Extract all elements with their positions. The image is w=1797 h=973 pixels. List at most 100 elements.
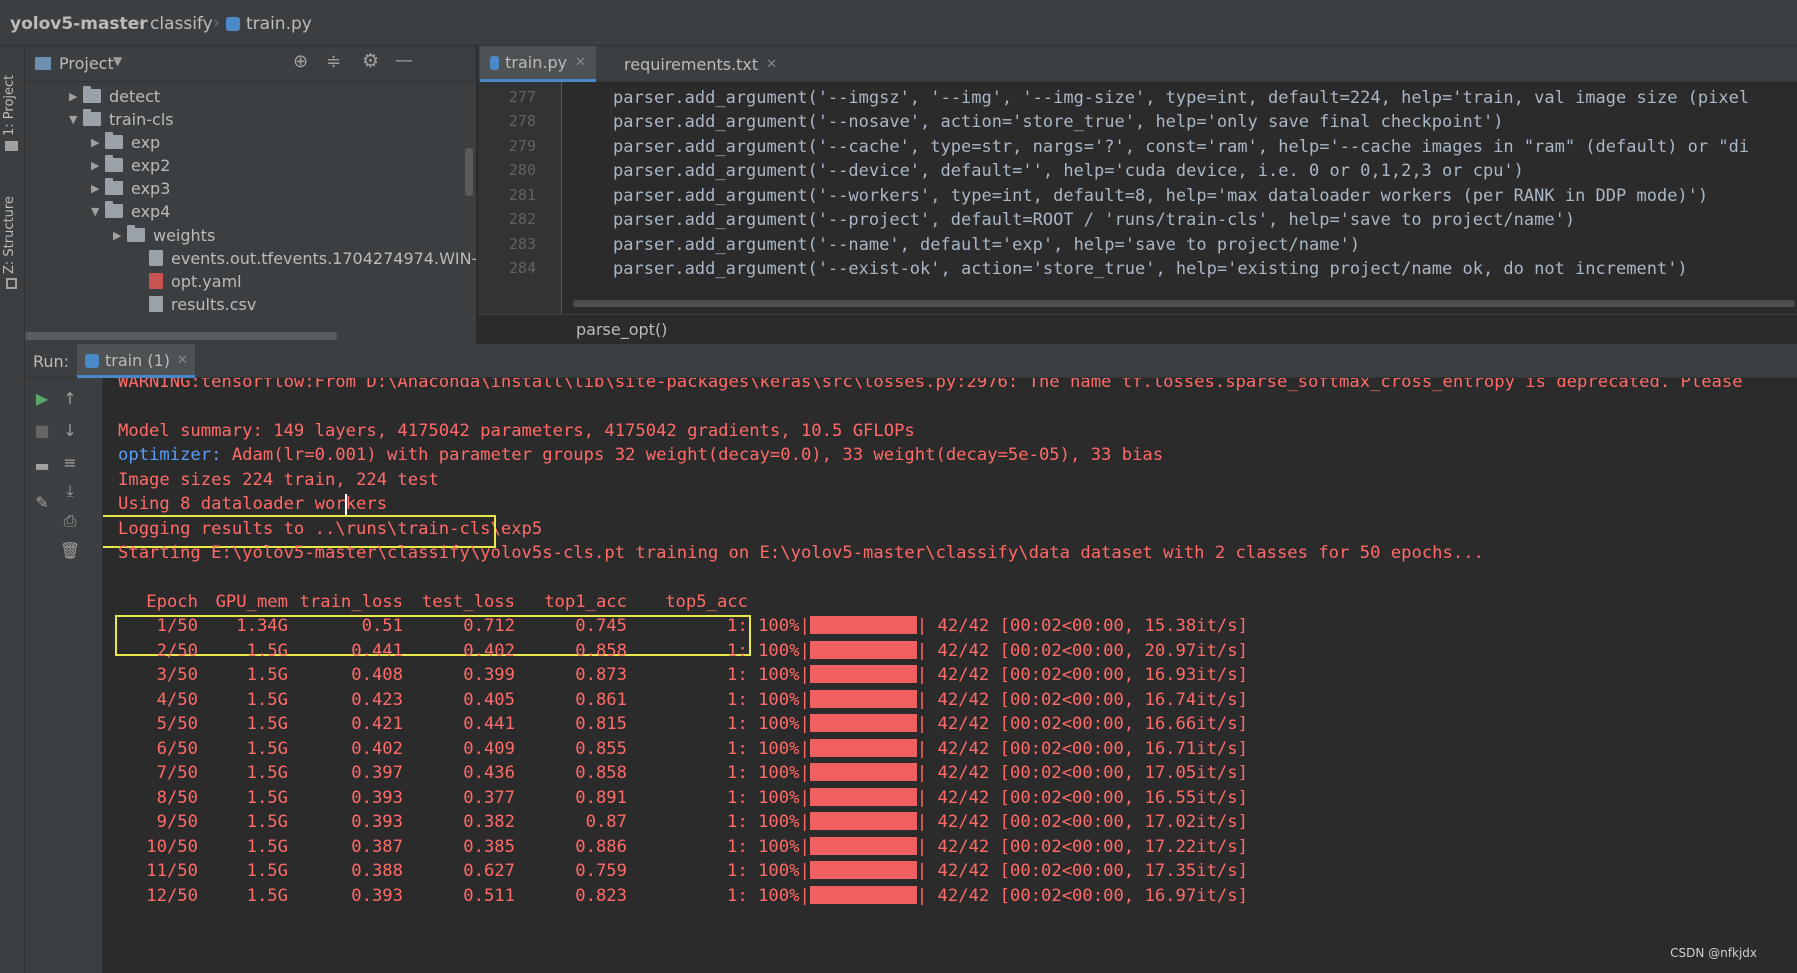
- minimize-icon[interactable]: —: [395, 50, 413, 71]
- layout-icon[interactable]: ▬: [31, 455, 53, 477]
- structure-tool-tab[interactable]: Z: Structure: [2, 174, 22, 274]
- expand-icon[interactable]: ▶: [69, 90, 83, 103]
- cell-gpu: 1.5G: [246, 640, 288, 661]
- tree-item-train-cls[interactable]: ▼ train-cls: [69, 107, 174, 131]
- cell-top1: 0.745: [575, 616, 627, 636]
- close-icon[interactable]: ✕: [177, 353, 188, 368]
- cell-top5: 1: [727, 714, 738, 734]
- progress-percent: 100%: [758, 885, 800, 906]
- cell-train-loss: 0.423: [351, 689, 403, 710]
- tree-item-opt-yaml[interactable]: opt.yaml: [149, 269, 242, 293]
- console-starting-line: Starting E:\yolov5-master\classify\yolov…: [118, 543, 1484, 563]
- file-icon: [149, 296, 163, 312]
- cell-top1: 0.858: [575, 763, 627, 783]
- collapse-icon[interactable]: ▼: [69, 113, 83, 126]
- cell-gpu: 1.5G: [246, 665, 288, 685]
- column-header: test_loss: [421, 592, 515, 612]
- tree-item-exp[interactable]: ▶ exp: [91, 130, 160, 154]
- cell-epoch: 7/50: [156, 763, 198, 783]
- pin-icon[interactable]: ✎: [31, 492, 53, 514]
- nav-folder[interactable]: classify: [150, 14, 213, 34]
- tree-item-label: results.csv: [171, 294, 257, 314]
- project-view-title[interactable]: Project: [59, 54, 114, 73]
- cell-test-loss: 0.712: [463, 616, 515, 636]
- tab-train-run[interactable]: train (1) ✕: [77, 344, 195, 378]
- code-line[interactable]: parser.add_argument('--nosave', action='…: [613, 112, 1503, 132]
- progress-bar: [809, 665, 917, 683]
- cell-test-loss: 0.377: [463, 787, 515, 808]
- expand-icon[interactable]: ▶: [91, 182, 105, 195]
- close-icon[interactable]: ✕: [766, 57, 777, 72]
- soft-wrap-icon[interactable]: ≡: [59, 452, 81, 474]
- cell-test-loss: 0.627: [463, 861, 515, 881]
- code-line[interactable]: parser.add_argument('--workers', type=in…: [613, 186, 1708, 206]
- expand-icon[interactable]: ▶: [91, 159, 105, 172]
- collapse-icon[interactable]: ▼: [91, 205, 105, 218]
- trash-icon[interactable]: 🗑: [59, 540, 81, 562]
- code-line[interactable]: parser.add_argument('--project', default…: [613, 210, 1575, 230]
- run-tab-label: train (1): [105, 351, 170, 370]
- tree-item-label: train-cls: [109, 109, 174, 129]
- print-icon[interactable]: ⎙: [59, 510, 81, 532]
- folder-icon: [105, 155, 123, 172]
- close-icon[interactable]: ✕: [575, 55, 586, 70]
- cell-top1: 0.815: [575, 714, 627, 734]
- cell-top5: 1: [727, 738, 738, 759]
- code-line[interactable]: parser.add_argument('--device', default=…: [613, 161, 1524, 181]
- horizontal-scrollbar[interactable]: [25, 332, 337, 340]
- cell-gpu: 1.5G: [246, 689, 288, 710]
- console-output[interactable]: WARNING:tensorflow:From D:\Anaconda\inst…: [103, 378, 1797, 973]
- tree-item-exp3[interactable]: ▶ exp3: [91, 176, 170, 200]
- nav-file[interactable]: train.py: [246, 14, 312, 34]
- scroll-to-end-icon[interactable]: ⤓: [59, 480, 81, 502]
- project-tool-tab[interactable]: 1: Project: [2, 56, 22, 136]
- code-line[interactable]: parser.add_argument('--name', default='e…: [613, 235, 1360, 255]
- code-line[interactable]: parser.add_argument('--exist-ok', action…: [613, 259, 1688, 279]
- tree-item-exp4[interactable]: ▼ exp4: [91, 199, 170, 223]
- project-view-icon: [35, 57, 51, 70]
- navigation-bar: yolov5-master › classify › train.py: [0, 0, 1797, 46]
- scroll-up-icon[interactable]: ↑: [59, 388, 81, 410]
- locate-icon[interactable]: ⊕: [293, 51, 308, 72]
- cell-top1: 0.858: [575, 640, 627, 661]
- cell-top1: 0.87: [585, 812, 627, 832]
- tab-label: requirements.txt: [624, 54, 759, 74]
- editor-tab-bar: train.py ✕ requirements.txt ✕: [478, 46, 1797, 82]
- cell-epoch: 1/50: [156, 616, 198, 636]
- tree-item-weights[interactable]: ▶ weights: [113, 223, 215, 247]
- expand-icon[interactable]: ▶: [91, 136, 105, 149]
- progress-bar: [809, 861, 917, 879]
- code-line[interactable]: parser.add_argument('--cache', type=str,…: [613, 137, 1749, 157]
- tree-item-detect[interactable]: ▶ detect: [69, 84, 160, 108]
- stop-icon[interactable]: ■: [31, 420, 53, 442]
- cell-epoch: 10/50: [146, 836, 198, 857]
- code-editor: train.py ✕ requirements.txt ✕ 277 278 27…: [478, 46, 1797, 344]
- collapse-all-icon[interactable]: ≑: [326, 51, 341, 72]
- progress-percent: 100%: [758, 787, 800, 808]
- code-line[interactable]: parser.add_argument('--imgsz', '--img', …: [613, 88, 1749, 108]
- vertical-scrollbar[interactable]: [465, 148, 473, 196]
- line-number: 281: [508, 186, 536, 204]
- horizontal-scrollbar[interactable]: [573, 300, 1795, 307]
- expand-icon[interactable]: ▶: [113, 229, 127, 242]
- folder-icon: [83, 86, 101, 103]
- cell-top1: 0.759: [575, 861, 627, 881]
- progress-percent: 100%: [758, 738, 800, 759]
- nav-project[interactable]: yolov5-master: [10, 14, 148, 34]
- gear-icon[interactable]: ⚙: [362, 50, 379, 72]
- tree-item-results-csv[interactable]: results.csv: [149, 292, 256, 316]
- rerun-icon[interactable]: ▶: [31, 388, 53, 410]
- progress-cell: 1: 100%| | 42/42 [00:02<00:00, 16.71it/s]: [727, 738, 1248, 759]
- structure-icon: [6, 278, 17, 289]
- progress-cell: 1: 100%| | 42/42 [00:02<00:00, 16.74it/s]: [727, 689, 1248, 710]
- function-breadcrumb[interactable]: parse_opt(): [576, 320, 667, 339]
- tree-item-exp2[interactable]: ▶ exp2: [91, 153, 170, 177]
- folder-icon: [5, 141, 18, 151]
- tab-train-py[interactable]: train.py ✕: [480, 46, 596, 82]
- editor-breadcrumb-bar: parse_opt(): [478, 314, 1797, 344]
- tree-item-events-file[interactable]: events.out.tfevents.1704274974.WIN-UF: [149, 246, 476, 270]
- line-number: 278: [508, 112, 536, 130]
- scroll-down-icon[interactable]: ↓: [59, 420, 81, 442]
- tab-requirements-txt[interactable]: requirements.txt ✕: [606, 46, 786, 82]
- chevron-down-icon[interactable]: ▼: [113, 54, 122, 68]
